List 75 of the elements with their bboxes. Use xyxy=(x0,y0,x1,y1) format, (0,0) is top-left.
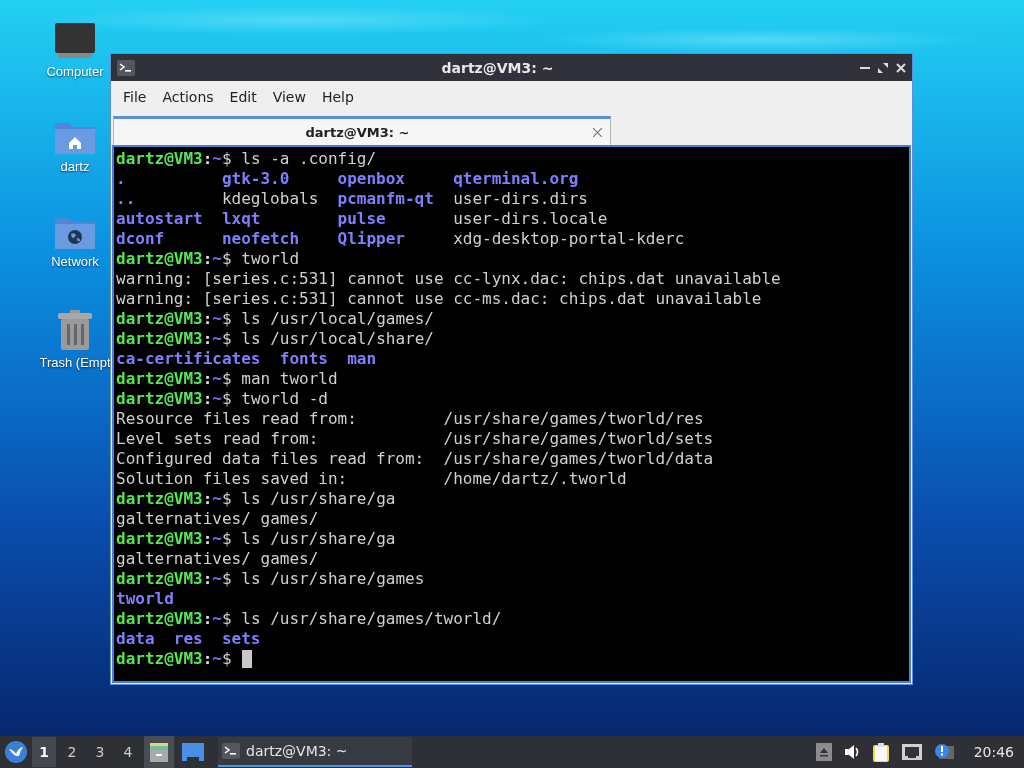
menu-item[interactable]: Actions xyxy=(154,89,222,105)
directory-name: tworld xyxy=(116,589,175,609)
file-name: user-dirs.dirs xyxy=(453,189,589,209)
file-name: xdg-desktop-portal-kderc xyxy=(453,229,686,249)
directory-name: res xyxy=(173,629,204,649)
directory-name: sets xyxy=(221,629,262,649)
file-name: kdeglobals xyxy=(221,189,320,209)
workspace-button[interactable]: 1 xyxy=(32,737,56,767)
prompt-line: dartz@VM3:~$ ls /usr/share/games/tworld/ xyxy=(116,609,502,629)
output-line: galternatives/ games/ xyxy=(116,509,319,529)
info-label: Solution files saved in: xyxy=(116,469,349,489)
directory-name: neofetch xyxy=(221,229,300,249)
monitor-icon xyxy=(54,22,96,60)
start-menu-icon[interactable] xyxy=(4,740,28,764)
menu-item[interactable]: Help xyxy=(313,89,362,105)
task-button[interactable]: dartz@VM3: ~ xyxy=(218,737,412,767)
network-icon[interactable] xyxy=(901,744,922,760)
volume-icon[interactable] xyxy=(843,744,860,760)
info-value: /home/dartz/.tworld xyxy=(443,469,628,489)
info-label: Resource files read from: xyxy=(116,409,358,429)
drawer-icon xyxy=(148,741,170,763)
directory-name: dconf xyxy=(116,229,166,249)
info-label: Configured data files read from: xyxy=(116,449,426,469)
eject-icon[interactable] xyxy=(815,743,832,761)
directory-name: man xyxy=(347,349,378,369)
file-manager-launcher[interactable] xyxy=(144,736,174,768)
info-value: /usr/share/games/tworld/sets xyxy=(443,429,715,449)
output-line: galternatives/ games/ xyxy=(116,549,319,569)
directory-name: Qlipper xyxy=(337,229,406,249)
output-line: warning: [series.c:531] cannot use cc-ms.dac: chips.dat unavailable xyxy=(116,289,762,309)
workspace-button[interactable]: 3 xyxy=(88,737,112,767)
terminal-icon xyxy=(222,743,240,759)
menu-item[interactable]: View xyxy=(264,89,314,105)
clipboard-icon[interactable] xyxy=(871,742,890,762)
clock: 20:46 xyxy=(973,744,1014,760)
directory-name: gtk-3.0 xyxy=(221,169,291,189)
directory-name: pcmanfm-qt xyxy=(337,189,435,209)
workspace-button[interactable]: 2 xyxy=(60,737,84,767)
output-line: warning: [series.c:531] cannot use cc-lynx.dac: chips.dat unavailable xyxy=(116,269,781,289)
terminal-tab[interactable]: dartz@VM3: ~ xyxy=(113,116,611,145)
prompt-line: dartz@VM3:~$ ls /usr/local/share/ xyxy=(116,329,434,349)
directory-name: autostart xyxy=(116,209,204,229)
directory-name: openbox xyxy=(337,169,406,189)
directory-name: .. xyxy=(116,189,137,209)
info-label: Level sets read from: xyxy=(116,429,320,449)
directory-name: pulse xyxy=(337,209,387,229)
prompt-line: dartz@VM3:~$ man tworld xyxy=(116,369,338,389)
directory-name: lxqt xyxy=(221,209,262,229)
prompt-line: dartz@VM3:~$ xyxy=(116,649,233,669)
maximize-icon[interactable] xyxy=(878,62,888,73)
prompt-line: dartz@VM3:~$ tworld xyxy=(116,249,300,269)
prompt-line: dartz@VM3:~$ tworld -d xyxy=(116,389,328,409)
window-title: dartz@VM3: ~ xyxy=(440,59,555,76)
info-value: /usr/share/games/tworld/data xyxy=(443,449,715,469)
prompt-line: dartz@VM3:~$ ls /usr/share/ga xyxy=(116,489,396,509)
workspace-button[interactable]: 4 xyxy=(116,737,140,767)
directory-name: qterminal.org xyxy=(453,169,580,189)
directory-name: data xyxy=(116,629,156,649)
menu-item[interactable]: Edit xyxy=(221,89,265,105)
trash-icon xyxy=(56,309,94,351)
file-name: user-dirs.locale xyxy=(453,209,609,229)
prompt-line: dartz@VM3:~$ ls -a .config/ xyxy=(116,149,377,169)
directory-name: fonts xyxy=(279,349,329,369)
prompt-line: dartz@VM3:~$ ls /usr/share/ga xyxy=(116,529,396,549)
notification-icon[interactable] xyxy=(933,743,954,761)
directory-name: ca-certificates xyxy=(116,349,262,369)
prompt-line: dartz@VM3:~$ ls /usr/local/games/ xyxy=(116,309,434,329)
desktop-icon-label[interactable]: Network xyxy=(51,254,99,269)
desktop-icon xyxy=(182,743,204,761)
prompt-line: dartz@VM3:~$ ls /usr/share/games xyxy=(116,569,425,589)
info-value: /usr/share/games/tworld/res xyxy=(443,409,705,429)
menu-item[interactable]: File xyxy=(115,89,155,105)
terminal-icon xyxy=(117,59,135,76)
directory-name: . xyxy=(116,169,127,189)
desktop-icon-label[interactable]: Trash (Empt xyxy=(39,355,111,370)
